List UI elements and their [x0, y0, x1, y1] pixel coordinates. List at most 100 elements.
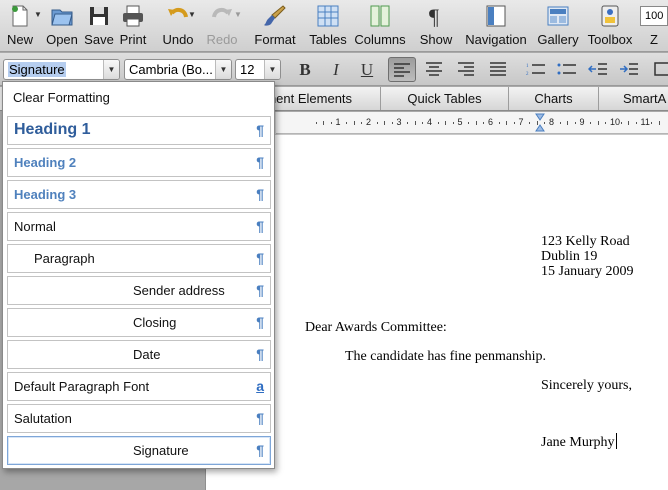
paragraph-style-icon: ¶ [256, 442, 264, 458]
ruler-tick [506, 121, 508, 125]
redo-label: Redo [206, 32, 238, 47]
paragraph-style-icon: ¶ [256, 218, 264, 234]
increase-indent-button[interactable] [615, 57, 643, 82]
tables-label: Tables [309, 32, 347, 47]
increase-indent-icon [620, 63, 638, 75]
ruler-tick [628, 121, 630, 125]
ruler-tick [323, 121, 325, 125]
pilcrow-icon: ¶ [429, 4, 439, 28]
ruler-tick [391, 122, 393, 124]
format-label: Format [254, 32, 296, 47]
align-center-icon [426, 62, 442, 76]
gallery-button[interactable]: Gallery [532, 0, 584, 52]
style-item-label: Closing [133, 315, 177, 330]
table-grid-icon [317, 5, 339, 27]
bulleted-list-button[interactable] [553, 57, 581, 82]
align-center-button[interactable] [420, 57, 448, 82]
undo-dropdown-arrow-icon[interactable]: ▼ [188, 10, 196, 19]
show-button[interactable]: ¶ Show [416, 0, 456, 52]
border-box-icon [654, 62, 668, 76]
style-item-label: Heading 2 [14, 155, 77, 170]
style-item-label: Signature [133, 443, 189, 458]
style-item-default-paragraph-font[interactable]: Default Paragraph Font a [7, 372, 271, 401]
style-item-paragraph[interactable]: Paragraph ¶ [7, 244, 271, 273]
save-button[interactable]: Save [82, 0, 116, 52]
new-button[interactable]: ▼ New [0, 0, 42, 52]
tab-smartart[interactable]: SmartA [598, 87, 668, 110]
toolbox-button[interactable]: Toolbox [584, 0, 636, 52]
style-item-heading-2[interactable]: Heading 2 ¶ [7, 148, 271, 177]
style-item-closing[interactable]: Closing ¶ [7, 308, 271, 337]
numbered-list-button[interactable]: 12 [522, 57, 550, 82]
style-item-label: Sender address [133, 283, 225, 298]
paragraph-style-icon: ¶ [256, 250, 264, 266]
italic-button[interactable]: I [322, 57, 350, 82]
style-item-salutation[interactable]: Salutation ¶ [7, 404, 271, 433]
style-item-date[interactable]: Date ¶ [7, 340, 271, 369]
decrease-indent-button[interactable] [584, 57, 612, 82]
zoom-control[interactable]: 100 Z [640, 0, 668, 52]
font-size-select[interactable]: 12 ▼ [235, 59, 281, 80]
ruler-number: 11 [640, 117, 650, 127]
decrease-indent-icon [587, 63, 607, 75]
style-item-label: Default Paragraph Font [14, 379, 150, 394]
gallery-icon [547, 6, 569, 26]
ruler-tick [567, 121, 569, 125]
style-item-label: Clear Formatting [13, 90, 110, 105]
ruler-tick [330, 122, 332, 124]
toolbox-icon [601, 5, 619, 27]
right-indent-marker-icon[interactable] [535, 113, 545, 133]
horizontal-ruler[interactable]: 1 2 3 4 5 6 7 8 9 10 11 [276, 112, 668, 134]
style-dropdown-arrow-icon[interactable]: ▼ [103, 60, 119, 79]
undo-button[interactable]: ▼ Undo [158, 0, 198, 52]
columns-icon [370, 5, 390, 27]
style-item-normal[interactable]: Normal ¶ [7, 212, 271, 241]
paragraph-style-icon: ¶ [256, 314, 264, 330]
style-item-heading-1[interactable]: Heading 1 ¶ [7, 116, 271, 145]
ruler-tick [559, 122, 561, 124]
open-button[interactable]: Open [44, 0, 80, 52]
signature-text: Jane Murphy [541, 435, 615, 450]
tab-charts[interactable]: Charts [508, 87, 598, 110]
style-item-clear-formatting[interactable]: Clear Formatting [7, 84, 271, 113]
style-item-label: Normal [14, 219, 56, 234]
ruler-number: 8 [549, 117, 555, 127]
align-right-button[interactable] [452, 57, 480, 82]
columns-button[interactable]: Columns [352, 0, 408, 52]
svg-text:¶: ¶ [429, 4, 439, 28]
redo-button[interactable]: ▼ Redo [202, 0, 242, 52]
justify-button[interactable] [484, 57, 512, 82]
bold-button[interactable]: B [291, 57, 319, 82]
ruler-number: 9 [579, 117, 585, 127]
letter-date: 15 January 2009 [541, 264, 634, 279]
print-button[interactable]: Print [116, 0, 150, 52]
style-dropdown-menu: Clear Formatting Heading 1 ¶ Heading 2 ¶… [2, 81, 275, 469]
tab-quick-tables[interactable]: Quick Tables [380, 87, 508, 110]
align-left-button[interactable] [388, 57, 416, 82]
standard-toolbar: ▼ New Open Save Print ▼ Undo ▼ Redo Form… [0, 0, 668, 52]
style-item-heading-3[interactable]: Heading 3 ¶ [7, 180, 271, 209]
style-select-value: Signature [8, 62, 66, 77]
redo-dropdown-arrow-icon[interactable]: ▼ [234, 10, 242, 19]
new-dropdown-arrow-icon[interactable]: ▼ [34, 10, 42, 19]
font-size-value: 12 [240, 62, 255, 77]
ruler-tick [346, 122, 348, 124]
style-item-sender-address[interactable]: Sender address ¶ [7, 276, 271, 305]
style-item-signature[interactable]: Signature ¶ [7, 436, 271, 465]
underline-button[interactable]: U [353, 57, 381, 82]
format-brush-icon [264, 5, 286, 26]
font-size-dropdown-arrow-icon[interactable]: ▼ [264, 60, 280, 79]
font-select[interactable]: Cambria (Bo... ▼ [124, 59, 232, 80]
format-button[interactable]: Format [250, 0, 300, 52]
borders-button[interactable] [648, 57, 668, 82]
ruler-tick [590, 122, 592, 124]
open-folder-icon [51, 9, 73, 26]
style-select[interactable]: Signature ▼ [3, 59, 120, 80]
font-dropdown-arrow-icon[interactable]: ▼ [215, 60, 231, 79]
tables-button[interactable]: Tables [306, 0, 350, 52]
paragraph-style-icon: ¶ [256, 122, 264, 138]
ruler-tick [361, 122, 363, 124]
navigation-button[interactable]: Navigation [462, 0, 530, 52]
zoom-field[interactable]: 100 [640, 6, 668, 26]
address-line-1: 123 Kelly Road [541, 234, 630, 249]
